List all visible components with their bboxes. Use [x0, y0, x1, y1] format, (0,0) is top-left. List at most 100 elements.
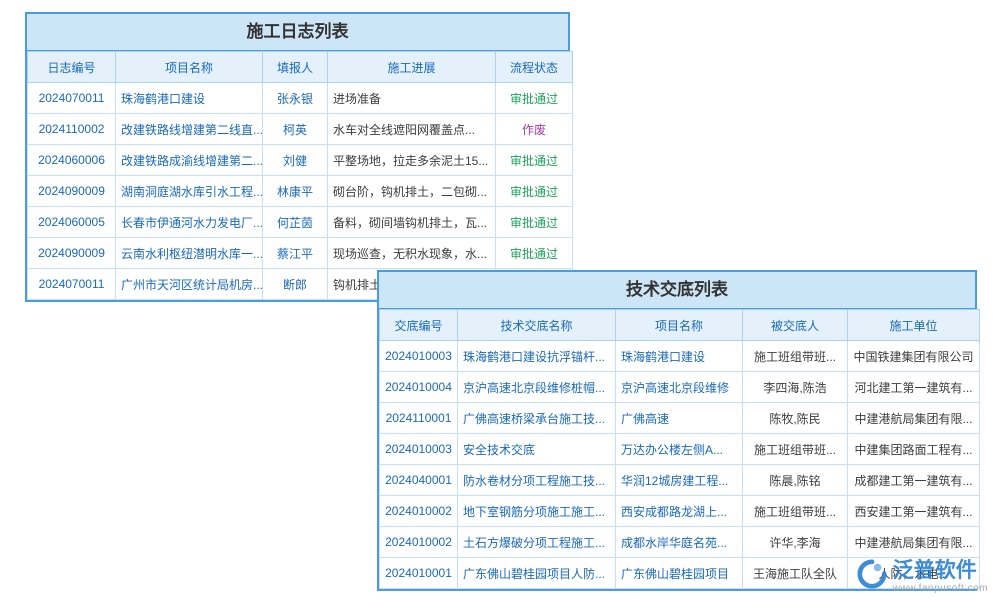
- unit-cell: 成都建工第一建筑有...: [848, 465, 980, 496]
- log-id-cell[interactable]: 2024060006: [28, 145, 116, 176]
- column-header-status: 流程状态: [496, 52, 573, 83]
- log-id-cell[interactable]: 2024070011: [28, 269, 116, 300]
- disclosure-id-cell[interactable]: 2024110001: [380, 403, 458, 434]
- filler-cell[interactable]: 断郎: [263, 269, 328, 300]
- project-name-cell[interactable]: 珠海鹤港口建设: [616, 341, 743, 372]
- status-cell: 审批通过: [496, 145, 573, 176]
- receiver-cell: 陈牧,陈民: [743, 403, 848, 434]
- construction-log-panel: 施工日志列表 日志编号项目名称填报人施工进展流程状态 2024070011珠海鹤…: [25, 12, 570, 302]
- log-id-cell[interactable]: 2024060005: [28, 207, 116, 238]
- table-row[interactable]: 2024070011珠海鹤港口建设张永银进场准备审批通过: [28, 83, 573, 114]
- table-row[interactable]: 2024010003安全技术交底万达办公楼左侧A...施工班组带班...中建集团…: [380, 434, 980, 465]
- disclosure-table: 交底编号技术交底名称项目名称被交底人施工单位 2024010003珠海鹤港口建设…: [379, 309, 980, 589]
- fanpu-logo-icon: [857, 559, 887, 594]
- disclosure-name-cell[interactable]: 广东佛山碧桂园项目人防...: [458, 558, 616, 589]
- receiver-cell: 施工班组带班...: [743, 341, 848, 372]
- unit-cell: 中国铁建集团有限公司: [848, 341, 980, 372]
- filler-cell[interactable]: 蔡江平: [263, 238, 328, 269]
- project-name-cell[interactable]: 改建铁路线增建第二线直...: [116, 114, 263, 145]
- progress-cell: 砌台阶，钩机排土，二包砌...: [328, 176, 496, 207]
- project-name-cell[interactable]: 珠海鹤港口建设: [116, 83, 263, 114]
- column-header-disclosure-id: 交底编号: [380, 310, 458, 341]
- table-row[interactable]: 2024040001防水卷材分项工程施工技...华润12城房建工程...陈晨,陈…: [380, 465, 980, 496]
- project-name-cell[interactable]: 云南水利枢纽潜明水库一...: [116, 238, 263, 269]
- disclosure-name-cell[interactable]: 珠海鹤港口建设抗浮锚杆...: [458, 341, 616, 372]
- disclosure-name-cell[interactable]: 防水卷材分项工程施工技...: [458, 465, 616, 496]
- header-row: 交底编号技术交底名称项目名称被交底人施工单位: [380, 310, 980, 341]
- project-name-cell[interactable]: 广州市天河区统计局机房...: [116, 269, 263, 300]
- unit-cell: 中建集团路面工程有...: [848, 434, 980, 465]
- log-id-cell[interactable]: 2024070011: [28, 83, 116, 114]
- disclosure-id-cell[interactable]: 2024010004: [380, 372, 458, 403]
- table-row[interactable]: 2024060006改建铁路成渝线增建第二...刘健平整场地，拉走多余泥土15.…: [28, 145, 573, 176]
- disclosure-name-cell[interactable]: 地下室钢筋分项施工施工...: [458, 496, 616, 527]
- receiver-cell: 陈晨,陈铭: [743, 465, 848, 496]
- disclosure-id-cell[interactable]: 2024010002: [380, 496, 458, 527]
- table-row[interactable]: 2024060005长春市伊通河水力发电厂...何芷茵备料，砌间墙钩机排土，瓦.…: [28, 207, 573, 238]
- brand-url: www.fanpusoft.com: [893, 583, 988, 594]
- project-name-cell[interactable]: 广佛高速: [616, 403, 743, 434]
- column-header-disclosure-name: 技术交底名称: [458, 310, 616, 341]
- disclosure-name-cell[interactable]: 土石方爆破分项工程施工...: [458, 527, 616, 558]
- disclosure-name-cell[interactable]: 京沪高速北京段维修桩帽...: [458, 372, 616, 403]
- unit-cell: 中建港航局集团有限...: [848, 403, 980, 434]
- filler-cell[interactable]: 张永银: [263, 83, 328, 114]
- progress-cell: 水车对全线遮阳网覆盖点...: [328, 114, 496, 145]
- log-table: 日志编号项目名称填报人施工进展流程状态 2024070011珠海鹤港口建设张永银…: [27, 51, 573, 300]
- receiver-cell: 施工班组带班...: [743, 496, 848, 527]
- table-row[interactable]: 2024010002土石方爆破分项工程施工...成都水岸华庭名苑...许华,李海…: [380, 527, 980, 558]
- status-cell: 作废: [496, 114, 573, 145]
- table-row[interactable]: 2024110002改建铁路线增建第二线直...柯英水车对全线遮阳网覆盖点...…: [28, 114, 573, 145]
- table-row[interactable]: 2024090009湖南洞庭湖水库引水工程...林康平砌台阶，钩机排土，二包砌.…: [28, 176, 573, 207]
- log-id-cell[interactable]: 2024110002: [28, 114, 116, 145]
- column-header-filler: 填报人: [263, 52, 328, 83]
- unit-cell: 西安建工第一建筑有...: [848, 496, 980, 527]
- column-header-project-name: 项目名称: [116, 52, 263, 83]
- column-header-log-id: 日志编号: [28, 52, 116, 83]
- project-name-cell[interactable]: 广东佛山碧桂园项目: [616, 558, 743, 589]
- disclosure-name-cell[interactable]: 广佛高速桥梁承台施工技...: [458, 403, 616, 434]
- table-row[interactable]: 2024010004京沪高速北京段维修桩帽...京沪高速北京段维修李四海,陈浩河…: [380, 372, 980, 403]
- filler-cell[interactable]: 刘健: [263, 145, 328, 176]
- table-row[interactable]: 2024110001广佛高速桥梁承台施工技...广佛高速陈牧,陈民中建港航局集团…: [380, 403, 980, 434]
- progress-cell: 进场准备: [328, 83, 496, 114]
- disclosure-id-cell[interactable]: 2024010003: [380, 434, 458, 465]
- project-name-cell[interactable]: 华润12城房建工程...: [616, 465, 743, 496]
- disclosure-id-cell[interactable]: 2024010001: [380, 558, 458, 589]
- disclosure-id-cell[interactable]: 2024010003: [380, 341, 458, 372]
- status-cell: 审批通过: [496, 83, 573, 114]
- vendor-watermark: 泛普软件 www.fanpusoft.com: [857, 559, 988, 594]
- project-name-cell[interactable]: 改建铁路成渝线增建第二...: [116, 145, 263, 176]
- tech-disclosure-panel: 技术交底列表 交底编号技术交底名称项目名称被交底人施工单位 2024010003…: [377, 270, 977, 591]
- column-header-unit: 施工单位: [848, 310, 980, 341]
- disclosure-id-cell[interactable]: 2024010002: [380, 527, 458, 558]
- progress-cell: 备料，砌间墙钩机排土，瓦...: [328, 207, 496, 238]
- table-row[interactable]: 2024010002地下室钢筋分项施工施工...西安成都路龙湖上...施工班组带…: [380, 496, 980, 527]
- column-header-receiver: 被交底人: [743, 310, 848, 341]
- column-header-progress: 施工进展: [328, 52, 496, 83]
- status-cell: 审批通过: [496, 207, 573, 238]
- table-row[interactable]: 2024090009云南水利枢纽潜明水库一...蔡江平现场巡查，无积水现象，水.…: [28, 238, 573, 269]
- disclosure-id-cell[interactable]: 2024040001: [380, 465, 458, 496]
- project-name-cell[interactable]: 万达办公楼左侧A...: [616, 434, 743, 465]
- log-id-cell[interactable]: 2024090009: [28, 176, 116, 207]
- status-cell: 审批通过: [496, 238, 573, 269]
- disclosure-name-cell[interactable]: 安全技术交底: [458, 434, 616, 465]
- project-name-cell[interactable]: 京沪高速北京段维修: [616, 372, 743, 403]
- project-name-cell[interactable]: 成都水岸华庭名苑...: [616, 527, 743, 558]
- receiver-cell: 王海施工队全队: [743, 558, 848, 589]
- progress-cell: 现场巡查，无积水现象，水...: [328, 238, 496, 269]
- column-header-project-name: 项目名称: [616, 310, 743, 341]
- receiver-cell: 李四海,陈浩: [743, 372, 848, 403]
- log-id-cell[interactable]: 2024090009: [28, 238, 116, 269]
- filler-cell[interactable]: 柯英: [263, 114, 328, 145]
- project-name-cell[interactable]: 湖南洞庭湖水库引水工程...: [116, 176, 263, 207]
- filler-cell[interactable]: 林康平: [263, 176, 328, 207]
- brand-name: 泛普软件: [893, 559, 988, 582]
- header-row: 日志编号项目名称填报人施工进展流程状态: [28, 52, 573, 83]
- filler-cell[interactable]: 何芷茵: [263, 207, 328, 238]
- project-name-cell[interactable]: 西安成都路龙湖上...: [616, 496, 743, 527]
- table-row[interactable]: 2024010003珠海鹤港口建设抗浮锚杆...珠海鹤港口建设施工班组带班...…: [380, 341, 980, 372]
- receiver-cell: 许华,李海: [743, 527, 848, 558]
- project-name-cell[interactable]: 长春市伊通河水力发电厂...: [116, 207, 263, 238]
